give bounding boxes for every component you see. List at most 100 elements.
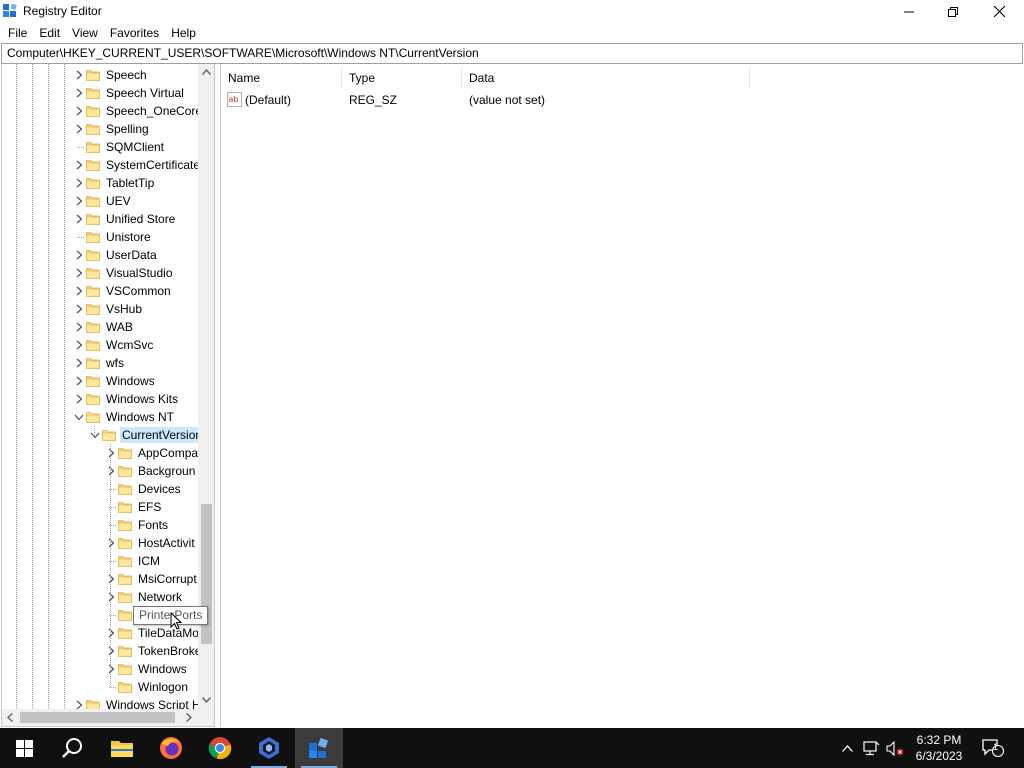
tree-item[interactable]: TabletTip: [2, 174, 198, 192]
tree-item[interactable]: UserData: [2, 246, 198, 264]
file-explorer-button[interactable]: [98, 728, 146, 768]
menu-view[interactable]: View: [66, 23, 104, 43]
tree-item[interactable]: Unistore: [2, 228, 198, 246]
expand-chevron-icon[interactable]: [74, 376, 84, 386]
tree-item[interactable]: Windows NT: [2, 408, 198, 426]
expand-chevron-icon[interactable]: [74, 268, 84, 278]
tree-item[interactable]: Windows Script H: [2, 696, 198, 709]
tree-child-item[interactable]: EFS: [2, 498, 198, 516]
tree-child-item[interactable]: HostActivit: [2, 534, 198, 552]
expand-chevron-icon[interactable]: [74, 358, 84, 368]
chrome-button[interactable]: [196, 728, 244, 768]
expand-chevron-icon[interactable]: [74, 106, 84, 116]
close-button[interactable]: [976, 0, 1022, 23]
menu-help[interactable]: Help: [165, 23, 202, 43]
expand-chevron-icon[interactable]: [74, 286, 84, 296]
tree-item[interactable]: Unified Store: [2, 210, 198, 228]
expand-chevron-icon[interactable]: [74, 214, 84, 224]
show-hidden-icons-button[interactable]: [836, 728, 858, 768]
address-bar[interactable]: Computer\HKEY_CURRENT_USER\SOFTWARE\Micr…: [1, 43, 1023, 64]
firefox-button[interactable]: [147, 728, 195, 768]
tree-item[interactable]: Speech: [2, 66, 198, 84]
start-button[interactable]: [0, 728, 48, 768]
value-row[interactable]: ab (Default) REG_SZ (value not set): [221, 91, 761, 109]
tree-item[interactable]: Spelling: [2, 120, 198, 138]
tree-child-item[interactable]: Network: [2, 588, 198, 606]
menu-edit[interactable]: Edit: [33, 23, 66, 43]
tree-child-item[interactable]: MsiCorrupt: [2, 570, 198, 588]
app-button[interactable]: [245, 728, 293, 768]
expand-chevron-icon[interactable]: [74, 340, 84, 350]
notification-center-button[interactable]: 1: [978, 728, 1008, 768]
tree-item[interactable]: Speech_OneCore: [2, 102, 198, 120]
tree-item[interactable]: Speech Virtual: [2, 84, 198, 102]
menu-file[interactable]: File: [2, 23, 33, 43]
folder-icon: [86, 375, 100, 390]
tree-child-item[interactable]: ICM: [2, 552, 198, 570]
expand-chevron-icon[interactable]: [74, 178, 84, 188]
tree-item[interactable]: WAB: [2, 318, 198, 336]
tree-child-item[interactable]: Windows: [2, 660, 198, 678]
tree-child-item[interactable]: AppCompa: [2, 444, 198, 462]
expand-chevron-icon[interactable]: [106, 664, 116, 674]
tree-item[interactable]: Windows: [2, 372, 198, 390]
tree-child-item[interactable]: Devices: [2, 480, 198, 498]
expand-chevron-icon[interactable]: [74, 160, 84, 170]
tree-item[interactable]: VSCommon: [2, 282, 198, 300]
tree-child-item[interactable]: Fonts: [2, 516, 198, 534]
tree-item[interactable]: VsHub: [2, 300, 198, 318]
expand-chevron-icon[interactable]: [106, 538, 116, 548]
tree-item[interactable]: Windows Kits: [2, 390, 198, 408]
restore-button[interactable]: [930, 0, 976, 23]
clock[interactable]: 6:32 PM 6/3/2023: [906, 732, 972, 764]
tree-child-item[interactable]: Winlogon: [2, 678, 198, 696]
expand-chevron-icon[interactable]: [106, 448, 116, 458]
scroll-up-icon[interactable]: [202, 69, 211, 75]
search-button[interactable]: [48, 728, 96, 768]
key-tree: Speech Speech Virtual Speech_OneCore Spelli…: [1, 64, 215, 727]
scroll-right-icon[interactable]: [186, 713, 192, 722]
tree-child-item[interactable]: TokenBroke: [2, 642, 198, 660]
scroll-down-icon[interactable]: [202, 697, 211, 703]
expand-chevron-icon[interactable]: [74, 70, 84, 80]
expand-chevron-icon[interactable]: [74, 700, 84, 709]
volume-tray-button[interactable]: [884, 728, 906, 768]
minimize-button[interactable]: [886, 0, 932, 23]
folder-open-icon: [86, 411, 100, 426]
expand-chevron-icon[interactable]: [106, 646, 116, 656]
expand-chevron-icon[interactable]: [106, 574, 116, 584]
expand-chevron-icon[interactable]: [74, 88, 84, 98]
column-header-data[interactable]: Data: [462, 67, 750, 89]
tree-hscroll-thumb[interactable]: [20, 712, 175, 723]
tree-item[interactable]: wfs: [2, 354, 198, 372]
expand-chevron-icon[interactable]: [74, 250, 84, 260]
tree-horizontal-scrollbar[interactable]: [2, 709, 198, 726]
tree-item[interactable]: VisualStudio: [2, 264, 198, 282]
column-header-name[interactable]: Name: [221, 67, 342, 89]
tree-item[interactable]: SystemCertificate: [2, 156, 198, 174]
tree-child-item[interactable]: TileDataMo: [2, 624, 198, 642]
expand-chevron-icon[interactable]: [74, 124, 84, 134]
collapse-chevron-icon[interactable]: [74, 412, 84, 422]
expand-chevron-icon[interactable]: [74, 322, 84, 332]
network-icon: [862, 740, 879, 755]
expand-chevron-icon[interactable]: [106, 592, 116, 602]
close-icon: [993, 6, 1005, 17]
registry-editor-icon: [309, 737, 329, 758]
collapse-chevron-icon[interactable]: [90, 430, 100, 440]
scroll-left-icon[interactable]: [7, 713, 13, 722]
column-header-type[interactable]: Type: [342, 67, 462, 89]
registry-editor-taskbar-button[interactable]: [295, 728, 343, 768]
expand-chevron-icon[interactable]: [74, 394, 84, 404]
tree-item[interactable]: SQMClient: [2, 138, 198, 156]
tree-child-item[interactable]: Backgroun: [2, 462, 198, 480]
expand-chevron-icon[interactable]: [74, 196, 84, 206]
tree-item-selected[interactable]: CurrentVersion: [2, 426, 198, 444]
network-tray-button[interactable]: [860, 728, 882, 768]
expand-chevron-icon[interactable]: [106, 628, 116, 638]
tree-item[interactable]: WcmSvc: [2, 336, 198, 354]
tree-item[interactable]: UEV: [2, 192, 198, 210]
menu-favorites[interactable]: Favorites: [104, 23, 165, 43]
expand-chevron-icon[interactable]: [106, 466, 116, 476]
expand-chevron-icon[interactable]: [74, 304, 84, 314]
